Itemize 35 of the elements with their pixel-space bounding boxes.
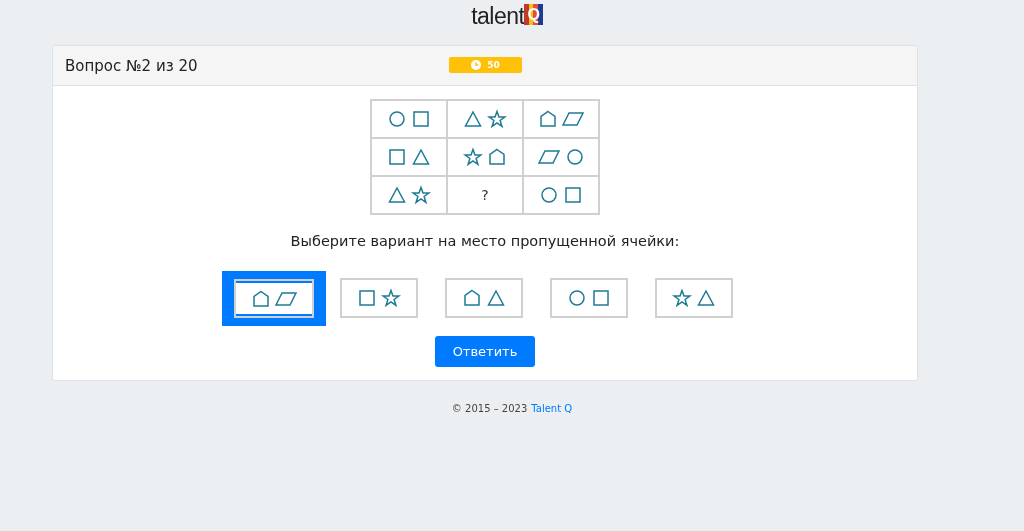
- star-icon: [673, 289, 691, 307]
- submit-button[interactable]: Ответить: [435, 336, 535, 367]
- missing-mark: ?: [481, 187, 489, 203]
- question-title: Вопрос №2 из 20: [65, 56, 198, 75]
- pentagon-icon: [463, 289, 481, 307]
- square-icon: [592, 289, 610, 307]
- footer-link[interactable]: Talent Q: [531, 403, 573, 414]
- timer-value: 50: [487, 60, 500, 70]
- circle-icon: [565, 148, 584, 166]
- circle-icon: [388, 110, 406, 128]
- answer-option[interactable]: [222, 271, 326, 326]
- star-icon: [412, 186, 430, 204]
- square-icon: [412, 110, 430, 128]
- square-icon: [358, 289, 376, 307]
- circle-icon: [540, 186, 558, 204]
- parallelogram-icon: [538, 148, 560, 166]
- star-icon: [464, 148, 482, 166]
- triangle-icon: [412, 148, 430, 166]
- parallelogram-icon: [562, 110, 584, 128]
- copyright-text: © 2015 – 2023: [451, 403, 528, 414]
- instruction-text: Выберите вариант на место пропущенной ячейки:: [290, 233, 680, 249]
- star-icon: [382, 289, 400, 307]
- clock-icon: [471, 60, 482, 70]
- triangle-icon: [464, 110, 482, 128]
- square-icon: [564, 186, 582, 204]
- pentagon-icon: [488, 148, 506, 166]
- parallelogram-icon: [275, 289, 297, 308]
- pentagon-icon: [251, 289, 270, 308]
- pentagon-icon: [538, 110, 557, 128]
- triangle-icon: [697, 289, 715, 307]
- triangle-icon: [487, 289, 505, 307]
- star-icon: [488, 110, 506, 128]
- square-icon: [388, 148, 406, 166]
- circle-icon: [568, 289, 586, 307]
- triangle-icon: [388, 186, 406, 204]
